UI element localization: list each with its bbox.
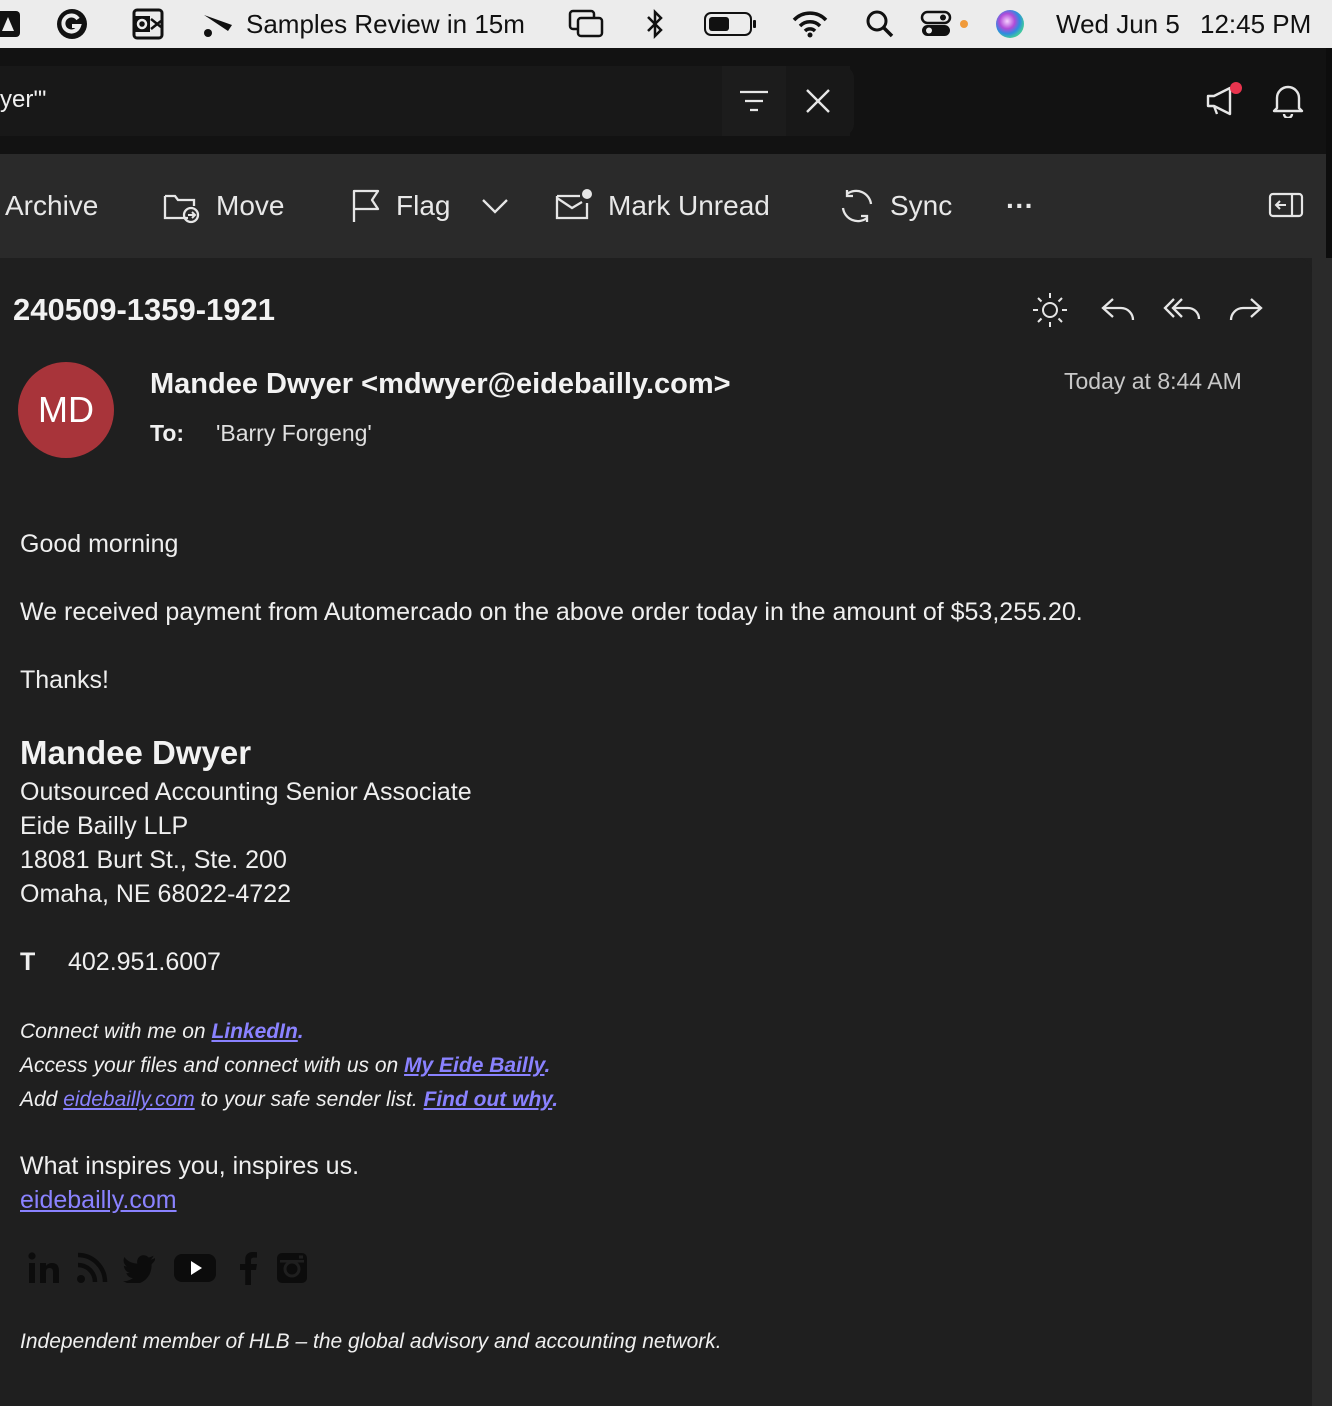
battery-icon[interactable] xyxy=(702,0,758,48)
to-label: To: xyxy=(150,420,185,446)
instagram-icon[interactable] xyxy=(272,1248,312,1288)
rss-icon[interactable] xyxy=(72,1248,112,1288)
hlb-footer: Independent member of HLB – the global a… xyxy=(20,1330,722,1353)
message-toolbar: Archive Move Flag Mark Unread Sync ··· xyxy=(0,154,1326,258)
feedback-button[interactable] xyxy=(1200,76,1248,124)
signature-address-1: 18081 Burt St., Ste. 200 xyxy=(20,846,287,874)
siri-icon[interactable] xyxy=(992,0,1028,48)
wifi-icon[interactable] xyxy=(790,0,830,48)
header-bar: yer'" xyxy=(0,48,1326,154)
sync-button[interactable]: Sync xyxy=(838,154,952,258)
sidebar-toggle-icon xyxy=(1268,192,1304,218)
sun-icon xyxy=(1033,293,1067,327)
filter-icon xyxy=(740,90,768,112)
more-actions-button[interactable]: ··· xyxy=(1006,154,1034,258)
greeting: Good morning xyxy=(20,530,179,558)
signature-address-2: Omaha, NE 68022-4722 xyxy=(20,880,292,908)
closing: Thanks! xyxy=(20,666,109,694)
calendar-reminder[interactable]: Samples Review in 15m xyxy=(202,0,542,48)
phone-number[interactable]: 402.951.6007 xyxy=(68,948,221,977)
my-eide-bailly-link[interactable]: My Eide Bailly xyxy=(404,1054,544,1077)
grammarly-icon[interactable] xyxy=(52,0,92,48)
spotlight-search-icon[interactable] xyxy=(862,0,898,48)
search-box[interactable]: yer'" xyxy=(0,66,854,136)
safe-sender-text: to your safe sender list. xyxy=(194,1088,424,1111)
signature-name: Mandee Dwyer xyxy=(20,734,252,771)
megaphone-icon xyxy=(1206,82,1242,116)
message-date: Today at 8:44 AM xyxy=(1064,368,1242,394)
drive-app-icon[interactable] xyxy=(0,0,22,48)
find-out-why-link[interactable]: Find out why xyxy=(424,1088,553,1111)
menubar-date[interactable]: Wed Jun 5 xyxy=(1056,0,1186,48)
reply-all-button[interactable] xyxy=(1160,288,1204,332)
search-clear-button[interactable] xyxy=(786,66,850,136)
control-center-icon[interactable] xyxy=(918,0,972,48)
search-query[interactable]: yer'" xyxy=(0,86,46,114)
menubar-time[interactable]: 12:45 PM xyxy=(1200,0,1318,48)
facebook-icon[interactable] xyxy=(228,1248,268,1288)
flag-button[interactable]: Flag xyxy=(350,154,450,258)
safe-sender-line: Add eidebailly.com to your safe sender l… xyxy=(20,1088,558,1112)
tagline: What inspires you, inspires us. xyxy=(20,1152,360,1180)
flag-label: Flag xyxy=(396,190,451,221)
archive-label: Archive xyxy=(5,190,99,221)
signature-title: Outsourced Accounting Senior Associate xyxy=(20,778,472,806)
linkedin-link[interactable]: LinkedIn xyxy=(211,1020,297,1043)
flag-dropdown-button[interactable] xyxy=(480,154,510,258)
connect-line: Connect with me on LinkedIn. xyxy=(20,1020,304,1044)
outlook-icon[interactable] xyxy=(128,0,168,48)
youtube-icon[interactable] xyxy=(172,1248,218,1288)
move-folder-icon xyxy=(163,194,200,224)
macos-menubar: Samples Review in 15m Wed Jun 5 12:45 PM xyxy=(0,0,1332,48)
message-subject: 240509-1359-1921 xyxy=(13,292,276,327)
bell-icon xyxy=(1272,85,1304,118)
reply-icon xyxy=(1101,298,1135,321)
add-text: Add xyxy=(20,1088,64,1111)
period: . xyxy=(544,1054,551,1077)
sync-label: Sync xyxy=(890,190,953,221)
sync-icon xyxy=(841,189,873,223)
message-body: We received payment from Automercado on … xyxy=(20,598,1083,626)
recipient[interactable]: 'Barry Forgeng' xyxy=(216,420,372,447)
forward-button[interactable] xyxy=(1224,288,1268,332)
period: . xyxy=(552,1088,559,1111)
bluetooth-icon[interactable] xyxy=(640,0,670,48)
access-line: Access your files and connect with us on… xyxy=(20,1054,550,1078)
pen-icon xyxy=(204,15,232,37)
search-filter-button[interactable] xyxy=(722,66,786,136)
window-switch-icon[interactable] xyxy=(566,0,606,48)
period: . xyxy=(297,1020,304,1043)
connect-text: Connect with me on xyxy=(20,1020,212,1043)
website-link[interactable]: eidebailly.com xyxy=(20,1186,177,1215)
forward-icon xyxy=(1229,298,1263,321)
more-icon: ··· xyxy=(1006,190,1034,221)
signature-company: Eide Bailly LLP xyxy=(20,812,189,840)
sender-avatar[interactable]: MD xyxy=(18,362,114,458)
phone-label: T xyxy=(20,948,36,976)
message-pane xyxy=(0,258,1312,1406)
reply-button[interactable] xyxy=(1096,288,1140,332)
close-icon xyxy=(806,89,830,113)
twitter-icon[interactable] xyxy=(120,1248,160,1288)
access-text: Access your files and connect with us on xyxy=(20,1054,405,1077)
sender-name[interactable]: Mandee Dwyer <mdwyer@eidebailly.com> xyxy=(150,368,731,401)
reminder-text: Samples Review in 15m xyxy=(246,8,525,39)
reply-all-icon xyxy=(1163,298,1201,320)
mark-unread-label: Mark Unread xyxy=(608,190,770,221)
eidebailly-safe-link[interactable]: eidebailly.com xyxy=(63,1088,195,1111)
move-label: Move xyxy=(216,190,285,221)
notifications-button[interactable] xyxy=(1264,76,1312,124)
flag-icon xyxy=(352,189,380,222)
chevron-down-icon xyxy=(482,199,508,214)
toggle-reading-pane-button[interactable] xyxy=(1268,154,1304,258)
theme-toggle-button[interactable] xyxy=(1028,288,1072,332)
right-gutter xyxy=(1312,258,1332,1406)
mark-unread-button[interactable]: Mark Unread xyxy=(554,154,770,258)
move-button[interactable]: Move xyxy=(162,154,284,258)
linkedin-icon[interactable] xyxy=(24,1248,64,1288)
archive-button[interactable]: Archive xyxy=(5,154,98,258)
envelope-unread-icon xyxy=(555,189,592,220)
